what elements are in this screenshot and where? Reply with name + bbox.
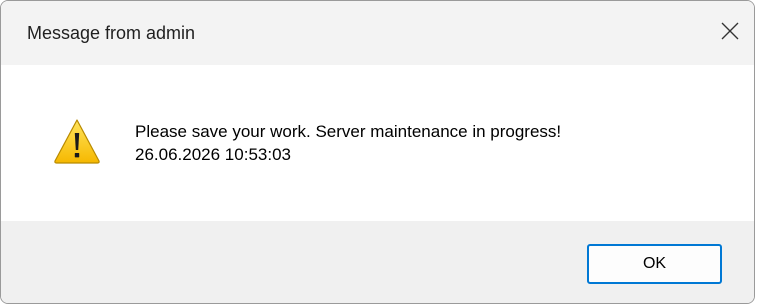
message-dialog: Message from admin Please save your work… [0,0,755,304]
warning-icon [53,117,101,165]
message-timestamp: 26.06.2026 10:53:03 [135,145,291,164]
close-icon [721,22,739,45]
message-area: Please save your work. Server maintenanc… [1,65,754,221]
message-line-1: Please save your work. Server maintenanc… [135,122,562,141]
message-text: Please save your work. Server maintenanc… [135,120,561,166]
title-bar[interactable]: Message from admin [1,1,754,65]
close-button[interactable] [706,1,754,65]
window-title: Message from admin [27,23,196,43]
ok-button[interactable]: OK [587,244,722,284]
button-bar: OK [1,221,754,303]
